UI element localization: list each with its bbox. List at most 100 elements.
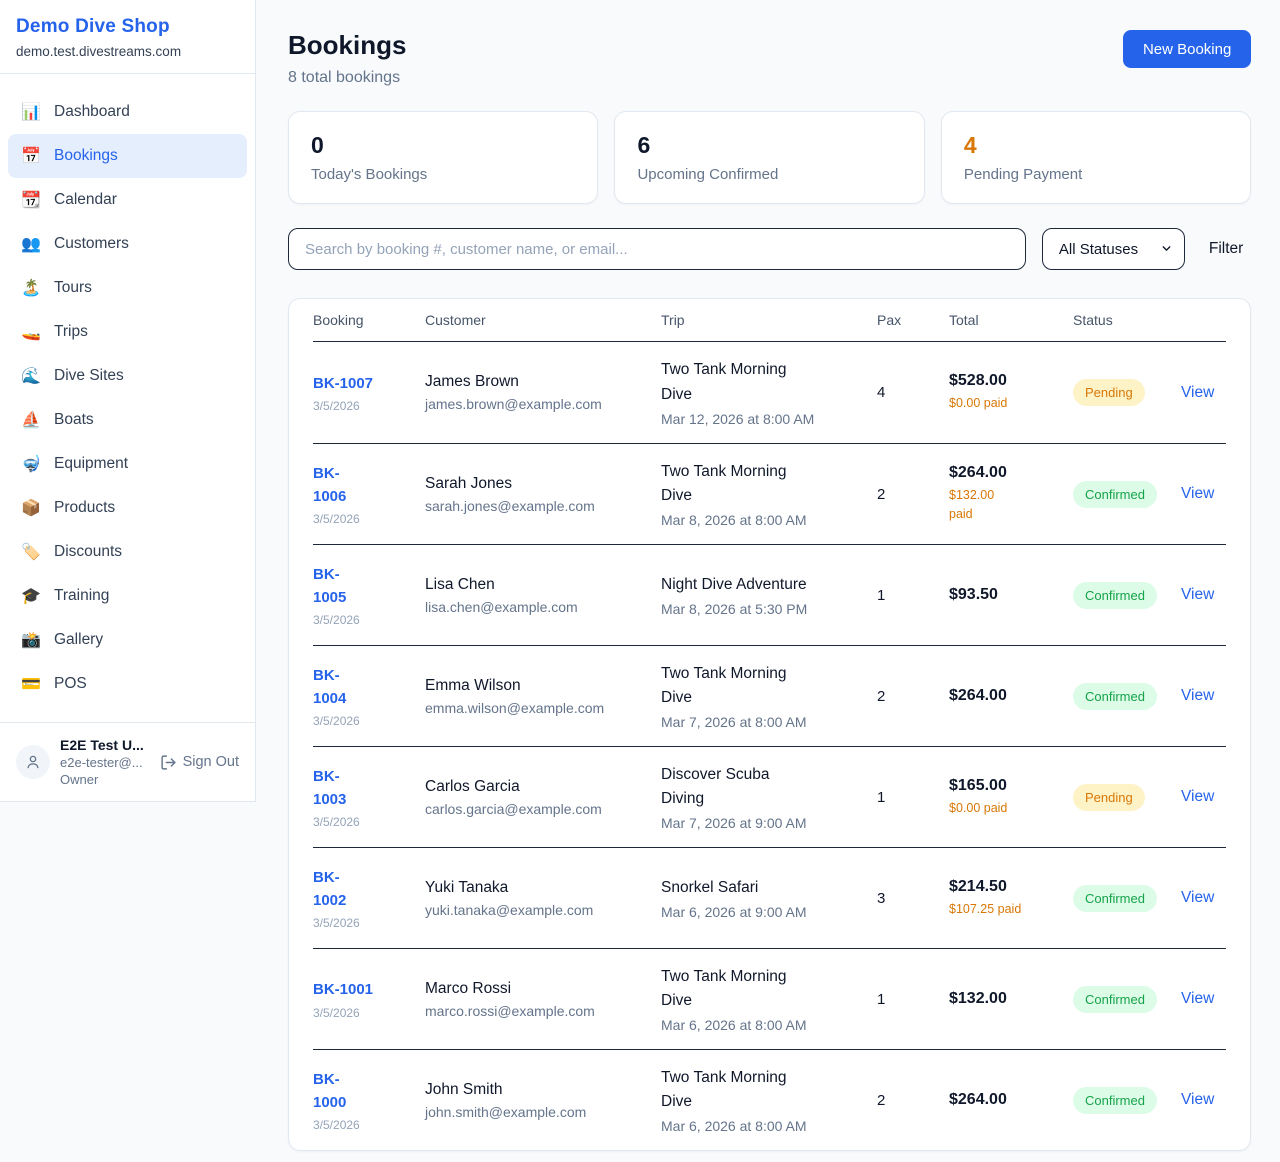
sidebar-item-label: Boats — [54, 411, 94, 429]
booking-id-link[interactable]: BK- 1000 — [313, 1068, 413, 1115]
pax-value: 1 — [877, 789, 949, 806]
booking-id-link[interactable]: BK- 1006 — [313, 462, 413, 509]
trip-name: Two Tank Morning Dive — [661, 965, 865, 1013]
view-link[interactable]: View — [1181, 687, 1214, 704]
paid-amount: $107.25 paid — [949, 900, 1061, 919]
search-input[interactable] — [288, 228, 1026, 270]
view-link[interactable]: View — [1181, 1091, 1214, 1108]
customer-email: sarah.jones@example.com — [425, 498, 649, 514]
avatar — [16, 745, 50, 779]
stat-cards: 0 Today's Bookings 6 Upcoming Confirmed … — [288, 111, 1251, 204]
sidebar-item-bookings[interactable]: 📅 Bookings — [8, 134, 247, 178]
trip-cell: Discover Scuba Diving Mar 7, 2026 at 9:0… — [661, 763, 877, 831]
table-header-row: Booking Customer Trip Pax Total Status — [313, 299, 1226, 342]
sidebar-item-equipment[interactable]: 🤿 Equipment — [8, 442, 247, 486]
sidebar-item-label: Bookings — [54, 147, 118, 165]
customer-cell: Emma Wilson emma.wilson@example.com — [425, 677, 661, 716]
pax-value: 3 — [877, 890, 949, 907]
booking-id-link[interactable]: BK- 1005 — [313, 563, 413, 610]
sign-out-button[interactable]: Sign Out — [160, 754, 239, 771]
sidebar-item-dive-sites[interactable]: 🌊 Dive Sites — [8, 354, 247, 398]
graduation-cap-icon: 🎓 — [20, 586, 42, 606]
booking-id-link[interactable]: BK-1007 — [313, 372, 413, 395]
sidebar-item-label: POS — [54, 675, 87, 693]
booking-date: 3/5/2026 — [313, 916, 413, 930]
total-cell: $264.00 — [949, 1091, 1073, 1109]
sidebar-item-training[interactable]: 🎓 Training — [8, 574, 247, 618]
sidebar-item-customers[interactable]: 👥 Customers — [8, 222, 247, 266]
stat-label: Upcoming Confirmed — [637, 166, 901, 183]
booking-date: 3/5/2026 — [313, 399, 413, 413]
trip-datetime: Mar 8, 2026 at 8:00 AM — [661, 512, 865, 528]
sidebar-item-discounts[interactable]: 🏷️ Discounts — [8, 530, 247, 574]
table-row: BK- 1002 3/5/2026 Yuki Tanaka yuki.tanak… — [313, 847, 1226, 948]
view-link[interactable]: View — [1181, 889, 1214, 906]
user-meta: E2E Test U... e2e-tester@... Owner — [60, 737, 150, 787]
trip-cell: Two Tank Morning Dive Mar 6, 2026 at 8:0… — [661, 965, 877, 1033]
new-booking-button[interactable]: New Booking — [1123, 30, 1251, 68]
view-link[interactable]: View — [1181, 990, 1214, 1007]
brand-name[interactable]: Demo Dive Shop — [16, 16, 239, 38]
sidebar-item-trips[interactable]: 🚤 Trips — [8, 310, 247, 354]
total-value: $214.50 — [949, 878, 1061, 896]
total-cell: $165.00 $0.00 paid — [949, 777, 1073, 818]
booking-id-link[interactable]: BK- 1002 — [313, 866, 413, 913]
stat-card: 6 Upcoming Confirmed — [614, 111, 924, 204]
customer-cell: John Smith john.smith@example.com — [425, 1081, 661, 1120]
filter-row: All Statuses Filter — [288, 228, 1251, 270]
view-link[interactable]: View — [1181, 384, 1214, 401]
brand: Demo Dive Shop demo.test.divestreams.com — [0, 0, 255, 73]
customer-name: Marco Rossi — [425, 980, 649, 998]
sidebar-item-boats[interactable]: ⛵ Boats — [8, 398, 247, 442]
customer-name: Lisa Chen — [425, 576, 649, 594]
view-link[interactable]: View — [1181, 485, 1214, 502]
table-body: BK-1007 3/5/2026 James Brown james.brown… — [313, 342, 1226, 1150]
table-row: BK-1001 3/5/2026 Marco Rossi marco.rossi… — [313, 948, 1226, 1049]
total-cell: $528.00 $0.00 paid — [949, 372, 1073, 413]
status-cell: Confirmed — [1073, 986, 1181, 1013]
booking-cell: BK-1007 3/5/2026 — [313, 372, 425, 413]
page-subtitle: 8 total bookings — [288, 69, 406, 87]
sidebar-item-calendar[interactable]: 📆 Calendar — [8, 178, 247, 222]
actions-cell: View — [1181, 990, 1226, 1008]
credit-card-icon: 💳 — [20, 674, 42, 694]
page-header-text: Bookings 8 total bookings — [288, 30, 406, 87]
status-select[interactable]: All Statuses — [1042, 228, 1185, 270]
booking-id-link[interactable]: BK- 1004 — [313, 664, 413, 711]
status-cell: Confirmed — [1073, 885, 1181, 912]
total-value: $264.00 — [949, 1091, 1061, 1109]
trip-cell: Night Dive Adventure Mar 8, 2026 at 5:30… — [661, 573, 877, 617]
booking-id-link[interactable]: BK-1001 — [313, 978, 413, 1001]
status-cell: Confirmed — [1073, 683, 1181, 710]
sidebar-item-products[interactable]: 📦 Products — [8, 486, 247, 530]
sidebar-item-pos[interactable]: 💳 POS — [8, 662, 247, 706]
pax-value: 2 — [877, 1092, 949, 1109]
booking-date: 3/5/2026 — [313, 512, 413, 526]
customer-name: Emma Wilson — [425, 677, 649, 695]
trip-name: Two Tank Morning Dive — [661, 662, 865, 710]
status-cell: Pending — [1073, 784, 1181, 811]
filter-button[interactable]: Filter — [1201, 240, 1251, 258]
sidebar-item-tours[interactable]: 🏝️ Tours — [8, 266, 247, 310]
booking-cell: BK- 1004 3/5/2026 — [313, 664, 425, 729]
trip-datetime: Mar 7, 2026 at 9:00 AM — [661, 815, 865, 831]
booking-date: 3/5/2026 — [313, 1006, 413, 1020]
status-badge: Pending — [1073, 784, 1145, 811]
pax-value: 2 — [877, 486, 949, 503]
booking-id-link[interactable]: BK- 1003 — [313, 765, 413, 812]
speedboat-icon: 🚤 — [20, 322, 42, 342]
page-title: Bookings — [288, 30, 406, 61]
stat-label: Pending Payment — [964, 166, 1228, 183]
column-header-booking: Booking — [313, 299, 425, 341]
view-link[interactable]: View — [1181, 788, 1214, 805]
trip-datetime: Mar 6, 2026 at 9:00 AM — [661, 904, 865, 920]
view-link[interactable]: View — [1181, 586, 1214, 603]
booking-cell: BK- 1003 3/5/2026 — [313, 765, 425, 830]
total-cell: $93.50 — [949, 586, 1073, 604]
sidebar-item-label: Gallery — [54, 631, 103, 649]
status-badge: Confirmed — [1073, 582, 1157, 609]
user-email: e2e-tester@... — [60, 755, 150, 770]
sidebar-item-dashboard[interactable]: 📊 Dashboard — [8, 90, 247, 134]
total-value: $132.00 — [949, 990, 1061, 1008]
sidebar-item-gallery[interactable]: 📸 Gallery — [8, 618, 247, 662]
